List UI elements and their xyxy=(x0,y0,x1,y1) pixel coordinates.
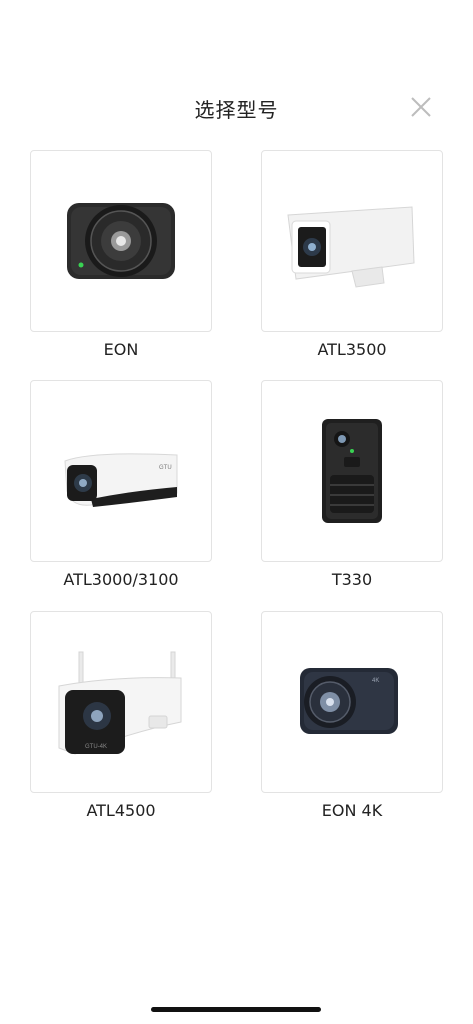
model-item-atl3000-3100[interactable]: GTU ATL3000/3100 xyxy=(30,380,212,589)
home-indicator xyxy=(151,1007,321,1012)
model-label: ATL3000/3100 xyxy=(63,570,179,589)
close-button[interactable] xyxy=(408,94,434,120)
model-label: EON xyxy=(103,340,139,359)
atl4500-camera-image: GTU-4K xyxy=(58,651,182,755)
model-card[interactable] xyxy=(261,380,443,562)
model-item-atl4500[interactable]: GTU-4K ATL4500 xyxy=(30,611,212,820)
model-label: EON 4K xyxy=(321,801,383,820)
model-card[interactable]: GTU-4K xyxy=(30,611,212,793)
svg-text:GTU-4K: GTU-4K xyxy=(85,744,107,750)
model-card[interactable]: GTU xyxy=(30,380,212,562)
model-item-eon-4k[interactable]: 4K EON 4K xyxy=(261,611,443,820)
t330-camera-image xyxy=(322,419,382,523)
model-label: T330 xyxy=(331,570,373,589)
eon-camera-image xyxy=(67,203,175,279)
atl3000-camera-image: GTU xyxy=(64,453,178,507)
model-card[interactable]: 4K xyxy=(261,611,443,793)
model-item-t330[interactable]: T330 xyxy=(261,380,443,589)
model-item-eon[interactable]: EON xyxy=(30,150,212,359)
header: 选择型号 xyxy=(0,84,473,130)
model-card[interactable] xyxy=(261,150,443,332)
model-item-atl3500[interactable]: ATL3500 xyxy=(261,150,443,359)
svg-text:GTU: GTU xyxy=(159,465,172,471)
model-label: ATL4500 xyxy=(86,801,156,820)
model-label: ATL3500 xyxy=(317,340,387,359)
atl3500-camera-image xyxy=(287,206,415,288)
eon-4k-camera-image: 4K xyxy=(300,668,398,734)
close-icon xyxy=(411,97,431,117)
model-card[interactable] xyxy=(30,150,212,332)
page-title: 选择型号 xyxy=(194,98,279,122)
svg-text:4K: 4K xyxy=(372,678,379,684)
